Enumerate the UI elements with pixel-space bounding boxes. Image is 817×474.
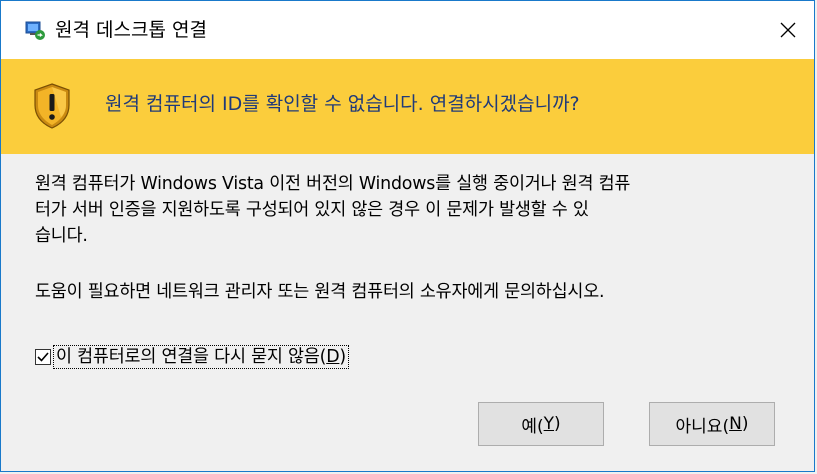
checkmark-icon [37, 352, 49, 362]
no-button[interactable]: 아니요(N) [649, 402, 775, 446]
description-line: 터가 서버 인증을 지원하도록 구성되어 있지 않은 경우 이 문제가 발생할 … [35, 200, 589, 220]
dialog-window: 원격 데스크톱 연결 원격 컴퓨터의 ID를 확인할 수 없습니다. 연결하시겠… [0, 0, 815, 472]
window-title: 원격 데스크톱 연결 [55, 19, 207, 41]
remote-desktop-icon [25, 21, 45, 40]
title-bar[interactable]: 원격 데스크톱 연결 [1, 1, 814, 59]
description-line: 원격 컴퓨터가 Windows Vista 이전 버전의 Windows를 실행… [35, 174, 631, 194]
description-text: 원격 컴퓨터가 Windows Vista 이전 버전의 Windows를 실행… [35, 171, 805, 249]
dont-ask-again-option[interactable]: 이 컴퓨터로의 연결을 다시 묻지 않음(D) [35, 344, 350, 370]
warning-banner: 원격 컴퓨터의 ID를 확인할 수 없습니다. 연결하시겠습니까? [1, 59, 814, 154]
yes-button[interactable]: 예(Y) [478, 402, 604, 446]
warning-shield-icon [34, 83, 70, 129]
description-line: 습니다. [35, 226, 88, 246]
dont-ask-again-label[interactable]: 이 컴퓨터로의 연결을 다시 묻지 않음(D) [53, 345, 350, 369]
warning-message: 원격 컴퓨터의 ID를 확인할 수 없습니다. 연결하시겠습니까? [105, 93, 580, 115]
close-button[interactable] [762, 1, 814, 59]
dont-ask-again-checkbox[interactable] [35, 349, 51, 365]
help-text: 도움이 필요하면 네트워크 관리자 또는 원격 컴퓨터의 소유자에게 문의하십시… [35, 282, 605, 302]
close-icon [780, 22, 796, 38]
